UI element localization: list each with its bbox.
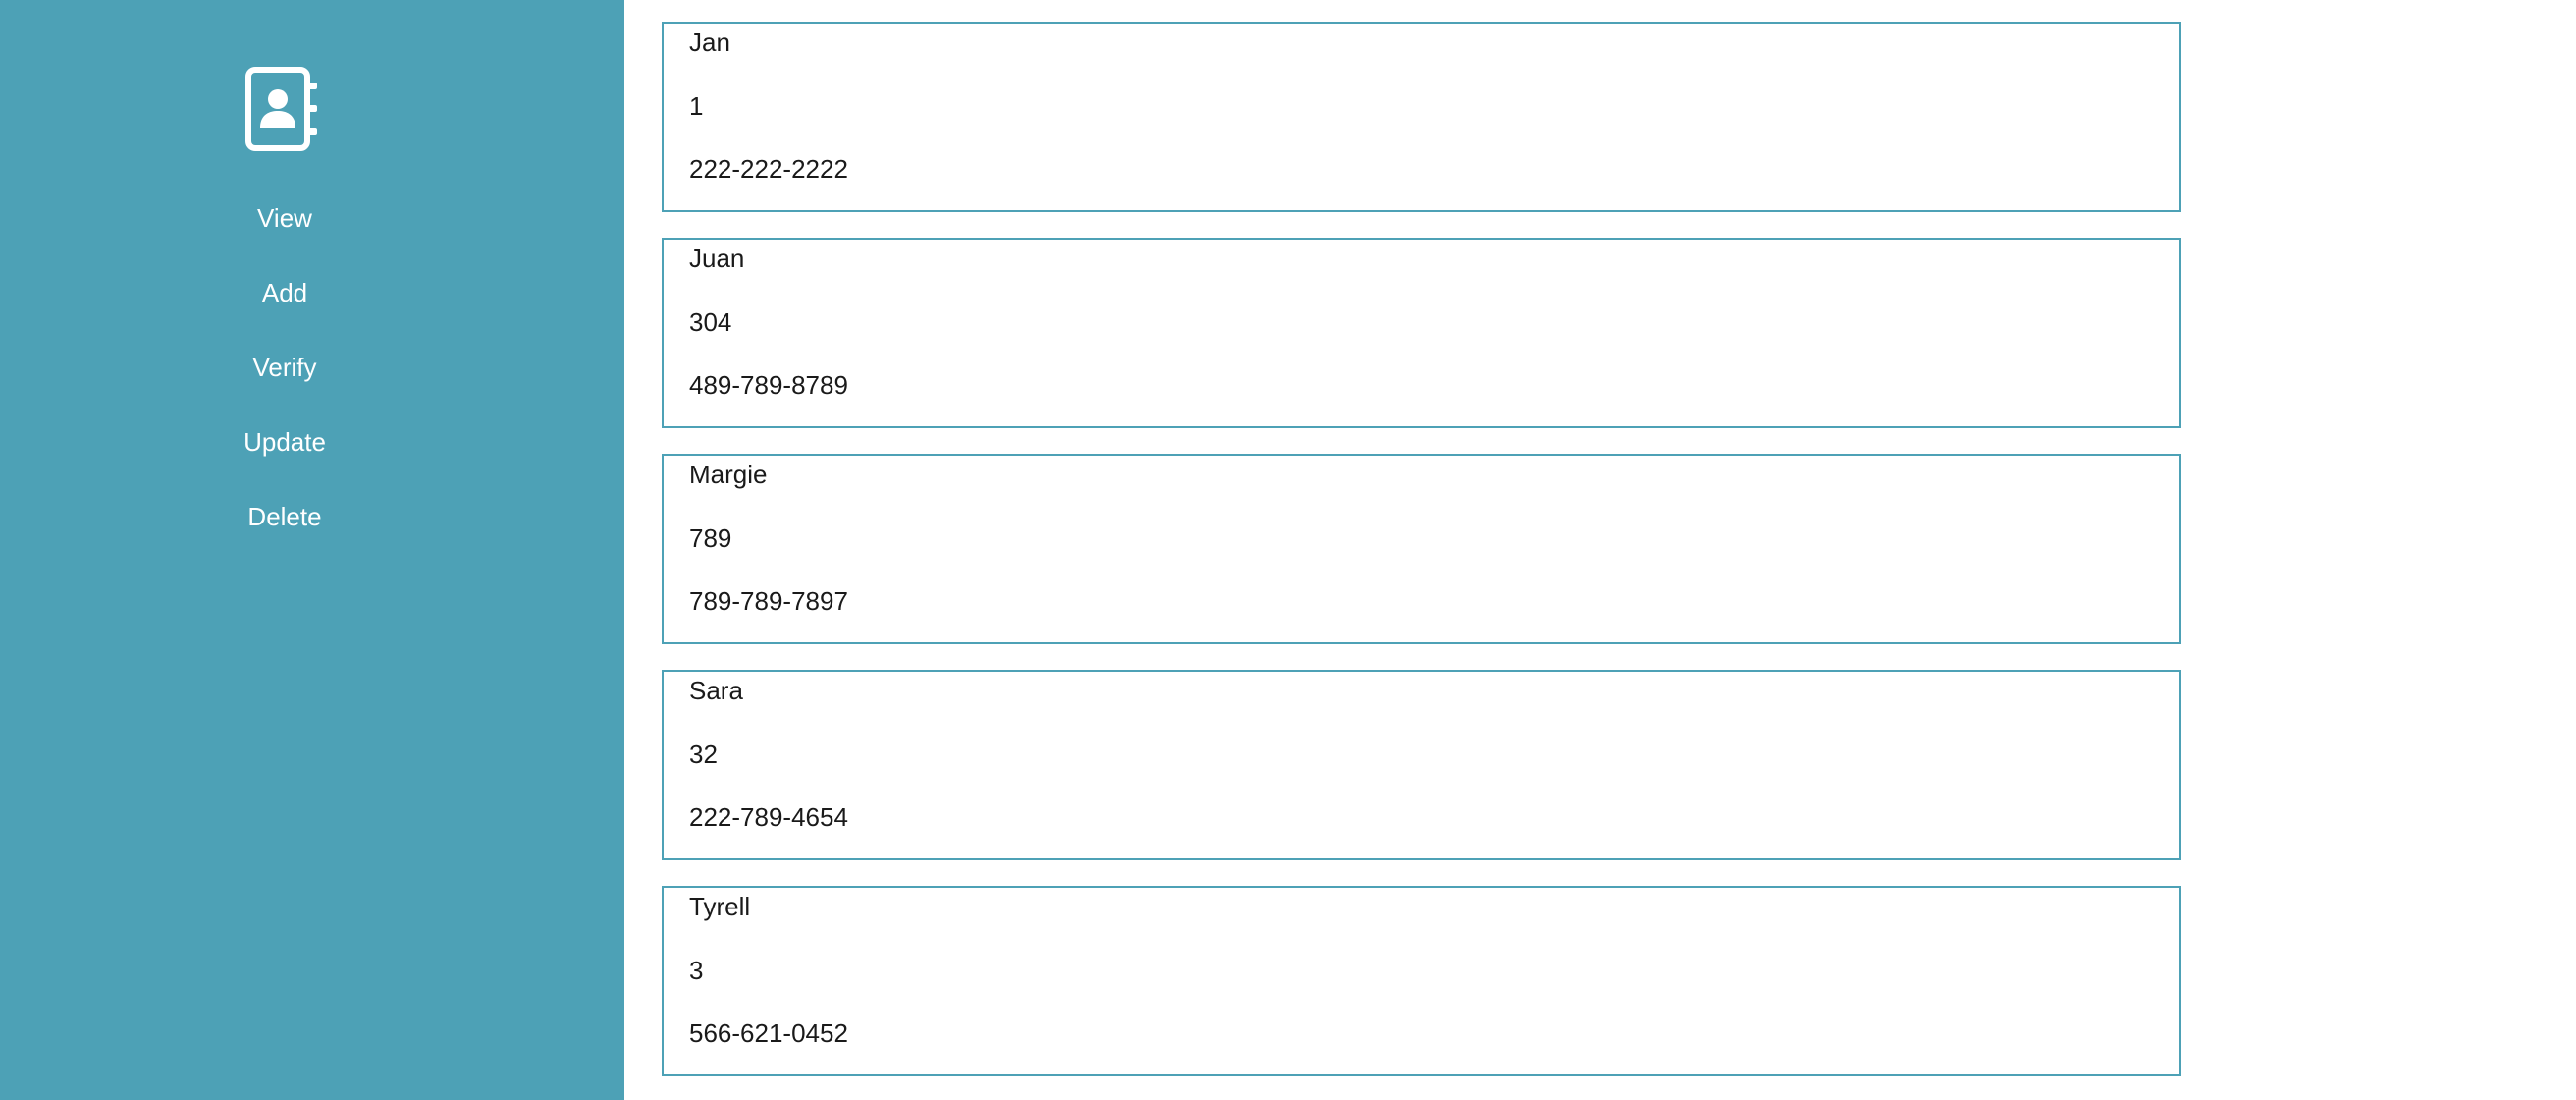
nav-item-view[interactable]: View: [0, 196, 569, 271]
contact-phone: 222-222-2222: [689, 154, 848, 184]
contact-name: Sara: [689, 676, 743, 705]
contact-number: 1: [689, 91, 704, 121]
contact-card: Tyrell 3 566-621-0452: [662, 886, 2181, 1076]
contact-number: 32: [689, 740, 718, 769]
contact-name: Margie: [689, 460, 768, 489]
nav-item-update[interactable]: Update: [0, 420, 569, 495]
contact-phone: 789-789-7897: [689, 586, 848, 616]
nav-item-verify[interactable]: Verify: [0, 346, 569, 420]
contact-name: Jan: [689, 28, 730, 57]
contact-card: Margie 789 789-789-7897: [662, 454, 2181, 644]
sidebar-nav: View Add Verify Update Delete: [0, 196, 569, 570]
contact-name: Tyrell: [689, 892, 751, 921]
contact-number: 3: [689, 956, 704, 985]
contact-phone: 222-789-4654: [689, 802, 848, 832]
contact-list: Jan 1 222-222-2222 Juan 304 489-789-8789…: [662, 22, 2181, 1100]
contact-phone: 566-621-0452: [689, 1018, 848, 1048]
contact-card: Jan 1 222-222-2222: [662, 22, 2181, 212]
sidebar: View Add Verify Update Delete: [0, 0, 624, 1100]
contact-phone: 489-789-8789: [689, 370, 848, 400]
contact-card: Sara 32 222-789-4654: [662, 670, 2181, 860]
app-root: View Add Verify Update Delete Jan 1 222-…: [0, 0, 2576, 1100]
contact-book-icon: [245, 67, 320, 151]
contact-number: 304: [689, 307, 732, 337]
nav-item-add[interactable]: Add: [0, 271, 569, 346]
contact-card: Juan 304 489-789-8789: [662, 238, 2181, 428]
contact-name: Juan: [689, 244, 745, 273]
contact-number: 789: [689, 523, 732, 553]
nav-item-delete[interactable]: Delete: [0, 495, 569, 570]
